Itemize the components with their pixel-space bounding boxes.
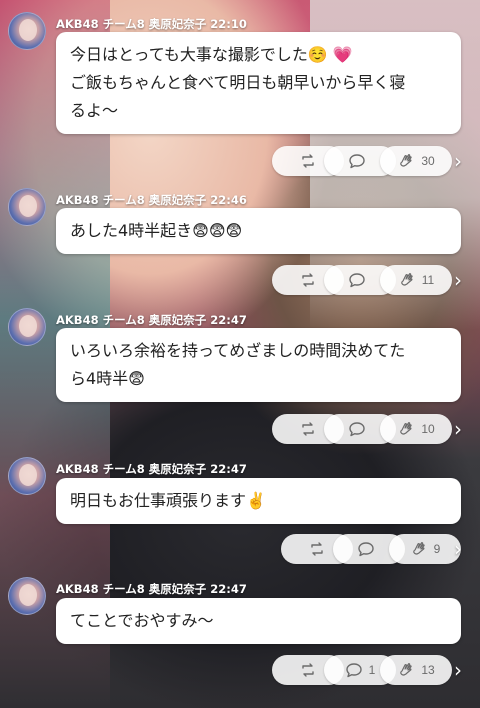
chevron-right-icon[interactable]: ›: [449, 537, 467, 561]
message-bubble[interactable]: いろいろ余裕を持ってめざましの時間決めてた ら4時半😨: [56, 328, 461, 402]
avatar[interactable]: [8, 308, 46, 346]
message-line: るよ〜: [70, 101, 119, 120]
avatar[interactable]: [8, 188, 46, 226]
post-time: 22:10: [210, 17, 247, 31]
post-time: 22:47: [210, 462, 247, 476]
message-line: いろいろ余裕を持ってめざましの時間決めてた: [70, 341, 406, 360]
clap-icon: [398, 271, 416, 289]
author-name: AKB48 チーム8 奥原妃奈子: [56, 17, 207, 31]
message-line: あした4時半起き😨😨😨: [70, 221, 243, 240]
repost-icon: [300, 273, 316, 287]
repost-icon: [300, 422, 316, 436]
post-actions: 9 ›: [0, 534, 480, 564]
post-actions: 1 13 ›: [0, 655, 480, 685]
author-name: AKB48 チーム8 奥原妃奈子: [56, 462, 207, 476]
repost-icon: [300, 663, 316, 677]
reply-bubble-icon: [348, 153, 366, 169]
author-name: AKB48 チーム8 奥原妃奈子: [56, 193, 207, 207]
chevron-right-icon[interactable]: ›: [449, 268, 467, 292]
clap-icon: [397, 661, 415, 679]
chevron-right-icon[interactable]: ›: [449, 658, 467, 682]
message-feed: AKB48 チーム8 奥原妃奈子 22:10 今日はとっても大事な撮影でした☺️ …: [0, 0, 480, 708]
post-actions: 11 ›: [0, 265, 480, 295]
repost-icon: [300, 154, 316, 168]
avatar[interactable]: [8, 12, 46, 50]
post-actions: 30 ›: [0, 146, 480, 176]
clap-button[interactable]: 11: [380, 265, 452, 295]
post-meta: AKB48 チーム8 奥原妃奈子 22:46: [56, 192, 247, 208]
clap-count: 10: [421, 422, 435, 436]
clap-count: 30: [421, 154, 435, 168]
message-line: 明日もお仕事頑張ります✌️: [70, 491, 266, 510]
clap-icon: [397, 420, 415, 438]
reply-bubble-icon: [357, 541, 375, 557]
reply-bubble-icon: [348, 421, 366, 437]
author-name: AKB48 チーム8 奥原妃奈子: [56, 313, 207, 327]
message-bubble[interactable]: 明日もお仕事頑張ります✌️: [56, 478, 461, 524]
message-line: てことでおやすみ〜: [70, 611, 214, 630]
post-meta: AKB48 チーム8 奥原妃奈子 22:47: [56, 312, 247, 328]
clap-count: 9: [433, 542, 441, 556]
reply-bubble-icon: [345, 662, 363, 678]
clap-button[interactable]: 30: [380, 146, 452, 176]
reply-count: 1: [368, 663, 376, 677]
clap-count: 13: [421, 663, 435, 677]
post-actions: 10 ›: [0, 414, 480, 444]
avatar[interactable]: [8, 577, 46, 615]
clap-button[interactable]: 10: [380, 414, 452, 444]
clap-icon: [410, 540, 428, 558]
message-bubble[interactable]: あした4時半起き😨😨😨: [56, 208, 461, 254]
message-bubble[interactable]: 今日はとっても大事な撮影でした☺️ 💗 ご飯もちゃんと食べて明日も朝早いから早く…: [56, 32, 461, 134]
post-time: 22:46: [210, 193, 247, 207]
clap-button[interactable]: 13: [380, 655, 452, 685]
message-line: ご飯もちゃんと食べて明日も朝早いから早く寝: [70, 73, 406, 92]
repost-icon: [309, 542, 325, 556]
message-line: ら4時半😨: [70, 369, 145, 388]
post-meta: AKB48 チーム8 奥原妃奈子 22:47: [56, 581, 247, 597]
chevron-right-icon[interactable]: ›: [449, 149, 467, 173]
clap-count: 11: [421, 273, 435, 287]
avatar[interactable]: [8, 457, 46, 495]
reply-bubble-icon: [348, 272, 366, 288]
message-line: 今日はとっても大事な撮影でした☺️ 💗: [70, 45, 353, 64]
post-time: 22:47: [210, 582, 247, 596]
message-bubble[interactable]: てことでおやすみ〜: [56, 598, 461, 644]
post-meta: AKB48 チーム8 奥原妃奈子 22:10: [56, 16, 247, 32]
post-meta: AKB48 チーム8 奥原妃奈子 22:47: [56, 461, 247, 477]
post-time: 22:47: [210, 313, 247, 327]
clap-icon: [397, 152, 415, 170]
author-name: AKB48 チーム8 奥原妃奈子: [56, 582, 207, 596]
chevron-right-icon[interactable]: ›: [449, 417, 467, 441]
